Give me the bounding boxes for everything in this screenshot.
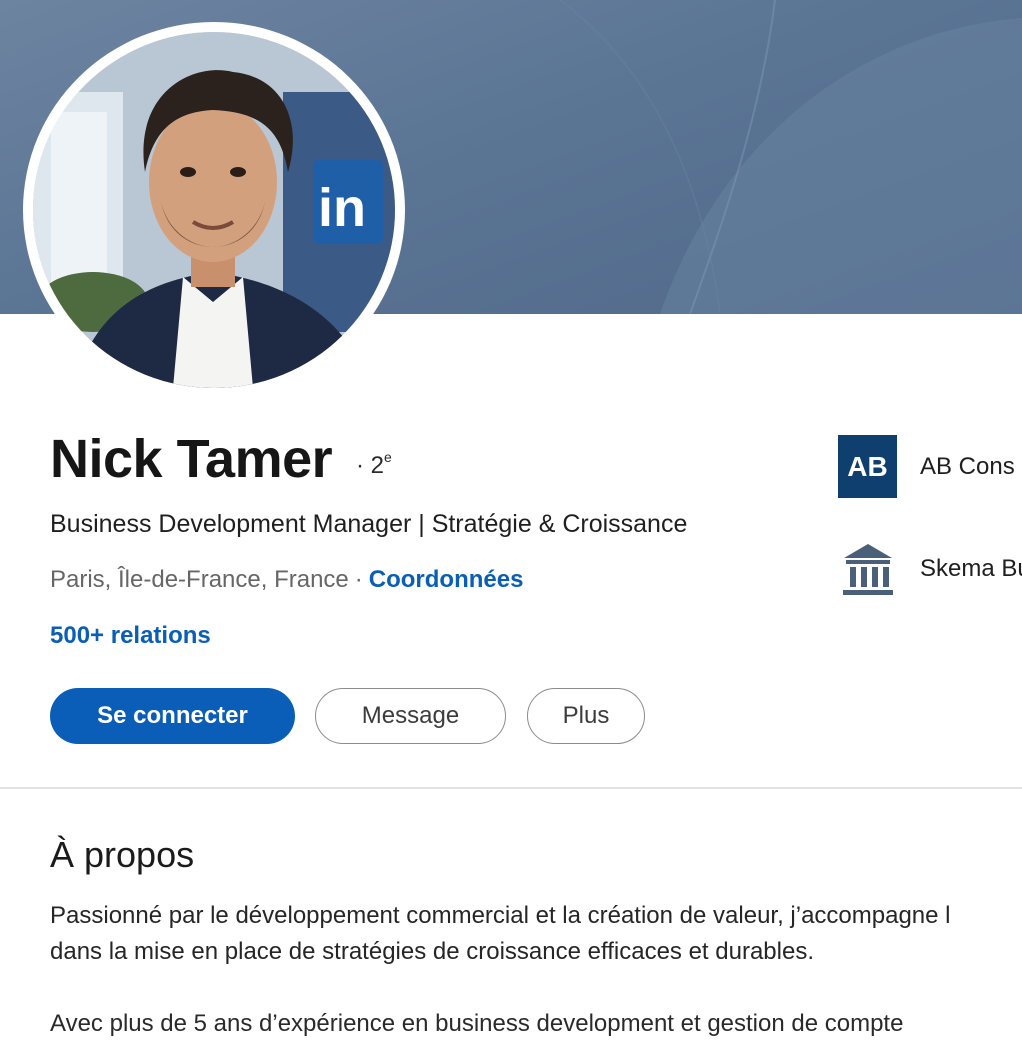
profile-avatar[interactable]: in: [23, 22, 405, 398]
education-item[interactable]: Skema Bu: [838, 537, 1022, 600]
about-gap: [50, 970, 1022, 1006]
profile-headline: Business Development Manager | Stratégie…: [50, 510, 688, 538]
school-building-icon: [838, 537, 897, 600]
about-line: Passionné par le développement commercia…: [50, 902, 951, 929]
company-logo: AB: [838, 435, 897, 498]
profile-name: Nick Tamer: [50, 429, 333, 489]
contact-info-link[interactable]: Coordonnées: [369, 566, 524, 593]
more-button[interactable]: Plus: [527, 688, 645, 744]
message-button[interactable]: Message: [315, 688, 506, 744]
about-text: Passionné par le développement commercia…: [50, 898, 1022, 1042]
section-divider: [0, 787, 1022, 789]
current-company-item[interactable]: AB AB Cons: [838, 435, 1015, 498]
connection-degree-text: · 2: [356, 452, 385, 479]
connections-count-link[interactable]: 500+ relations: [50, 622, 211, 650]
connection-degree: · 2e: [356, 449, 392, 480]
profile-photo: in: [33, 32, 395, 388]
connection-degree-sup: e: [384, 449, 392, 465]
current-company-label: AB Cons: [920, 452, 1015, 480]
about-line: dans la mise en place de stratégies de c…: [50, 938, 814, 965]
about-line: Avec plus de 5 ans d’expérience en busin…: [50, 1010, 904, 1037]
profile-location: Paris, Île-de-France, France: [50, 566, 349, 593]
connect-button[interactable]: Se connecter: [50, 688, 295, 744]
about-title: À propos: [50, 834, 195, 875]
separator-dot: ·: [354, 566, 363, 593]
location-row: Paris, Île-de-France, France · Coordonnées: [50, 566, 523, 594]
education-label: Skema Bu: [920, 554, 1022, 582]
banner-logo-text: in: [318, 178, 366, 238]
